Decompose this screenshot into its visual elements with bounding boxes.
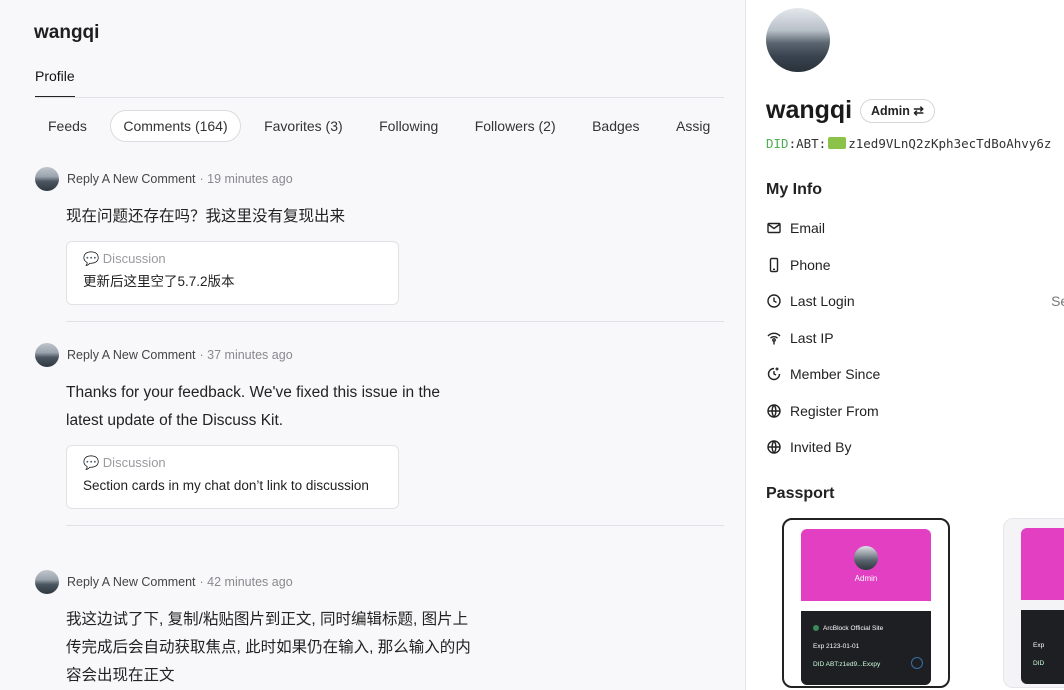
info-member-since: Member Since — [766, 363, 880, 385]
comment-time: · 37 minutes ago — [199, 348, 293, 362]
comment-action[interactable]: Reply A New Comment — [67, 348, 196, 362]
globe-icon — [767, 404, 781, 418]
info-label: Last IP — [790, 330, 834, 346]
divider — [66, 321, 724, 322]
passport-role: Admin — [854, 574, 878, 583]
subtab-badges[interactable]: Badges — [579, 110, 652, 142]
passport-details: Exp DID — [1021, 610, 1064, 684]
user-name: wangqi — [766, 96, 853, 124]
comment-action[interactable]: Reply A New Comment — [67, 575, 196, 589]
comment-item: Reply A New Comment · 42 minutes ago 我这边… — [35, 570, 724, 690]
phone-icon — [769, 257, 779, 273]
avatar[interactable] — [35, 167, 59, 191]
site-logo-icon — [813, 625, 819, 632]
comment-item: Reply A New Comment · 19 minutes ago 现在问… — [35, 167, 724, 322]
subtab-favorites[interactable]: Favorites (3) — [251, 110, 356, 142]
info-value: Sep — [1051, 293, 1064, 309]
tab-profile[interactable]: Profile — [35, 68, 75, 98]
profile-sidebar: wangqi Admin ⇄ DID:ABT: z1ed9VLnQ2zKph3ec… — [745, 0, 1064, 690]
my-info-title: My Info — [766, 181, 822, 198]
info-label: Phone — [790, 257, 831, 273]
info-label: Register From — [790, 403, 879, 419]
subtab-comments[interactable]: Comments (164) — [110, 110, 241, 142]
passport-card[interactable]: A Exp DID — [1003, 518, 1064, 688]
info-last-ip: Last IP — [766, 327, 834, 349]
discussion-card[interactable]: 💬 Discussion Section cards in my chat do… — [66, 445, 399, 509]
subtab-following[interactable]: Following — [366, 110, 451, 142]
comment-body: 我这边试了下, 复制/粘贴图片到正文, 同时编辑标题, 图片上传完成后会自动获取… — [66, 611, 471, 684]
passport-site: ArcBlock Official Site — [813, 625, 883, 632]
passport-expiry: Exp — [1033, 642, 1045, 649]
passport-card[interactable]: Admin ArcBlock Official Site Exp 2123-01… — [782, 518, 950, 688]
comment-body: Thanks for your feedback. We've fixed th… — [66, 384, 440, 429]
calendar-clock-icon — [767, 367, 781, 381]
subtab-feeds[interactable]: Feeds — [35, 110, 100, 142]
did-prefix: DID — [766, 136, 789, 151]
comment-item: Reply A New Comment · 37 minutes ago Tha… — [35, 343, 724, 526]
clock-icon — [767, 294, 781, 308]
passport-role: A — [1021, 573, 1064, 582]
avatar[interactable] — [35, 343, 59, 367]
info-register-from: Register From — [766, 400, 879, 422]
did-separator: :ABT: — [788, 136, 827, 151]
did-address[interactable]: DID:ABT: z1ed9VLnQ2zKph3ecTdBoAhvy6z — [766, 136, 1051, 151]
mail-icon — [767, 222, 781, 234]
avatar — [766, 8, 830, 72]
passport-expiry: Exp 2123-01-01 — [813, 643, 860, 650]
discussion-label: 💬 Discussion — [83, 455, 166, 470]
comment-body: 现在问题还存在吗？我这里没有复现出来 — [66, 208, 346, 225]
profile-main-panel: wangqi Profile Feeds Comments (164) Favo… — [0, 0, 745, 690]
subtab-assigned-posts[interactable]: Assigned Pos — [663, 110, 710, 142]
divider — [66, 525, 724, 526]
discussion-title: Section cards in my chat don’t link to d… — [83, 478, 369, 493]
info-last-login: Last Login Sep — [766, 290, 1064, 312]
info-invited-by: Invited By — [766, 436, 851, 458]
tab-divider — [35, 97, 724, 98]
passport-title: Passport — [766, 485, 835, 502]
info-email: Email — [766, 217, 825, 239]
subtab-followers[interactable]: Followers (2) — [462, 110, 569, 142]
did-avatar-icon — [828, 137, 847, 149]
comment-action[interactable]: Reply A New Comment — [67, 172, 196, 186]
comment-time: · 19 minutes ago — [199, 172, 293, 186]
signal-icon — [767, 332, 781, 345]
qr-icon — [911, 657, 923, 669]
passport-details: ArcBlock Official Site Exp 2123-01-01 DI… — [801, 611, 931, 685]
passport-header: A — [1021, 528, 1064, 600]
did-value: z1ed9VLnQ2zKph3ecTdBoAhvy6z — [848, 136, 1052, 151]
passport-did: DID — [1033, 660, 1045, 667]
avatar[interactable] — [35, 570, 59, 594]
info-label: Member Since — [790, 366, 881, 382]
globe-icon — [767, 440, 781, 454]
role-switch-button[interactable]: Admin ⇄ — [860, 99, 935, 123]
info-label: Last Login — [790, 293, 855, 309]
info-label: Email — [790, 220, 826, 236]
passport-header: Admin — [801, 529, 931, 601]
discussion-label: 💬 Discussion — [83, 251, 166, 266]
page-title: wangqi — [34, 22, 100, 43]
discussion-title: 更新后这里空了5.7.2版本 — [83, 274, 235, 289]
passport-did: DID ABT:z1ed9...Exxpy — [813, 661, 881, 668]
subtab-bar: Feeds Comments (164) Favorites (3) Follo… — [35, 110, 710, 142]
avatar — [854, 546, 878, 570]
discussion-card[interactable]: 💬 Discussion 更新后这里空了5.7.2版本 — [66, 241, 399, 305]
comment-time: · 42 minutes ago — [199, 575, 293, 589]
info-phone: Phone — [766, 254, 830, 276]
info-label: Invited By — [790, 439, 852, 455]
